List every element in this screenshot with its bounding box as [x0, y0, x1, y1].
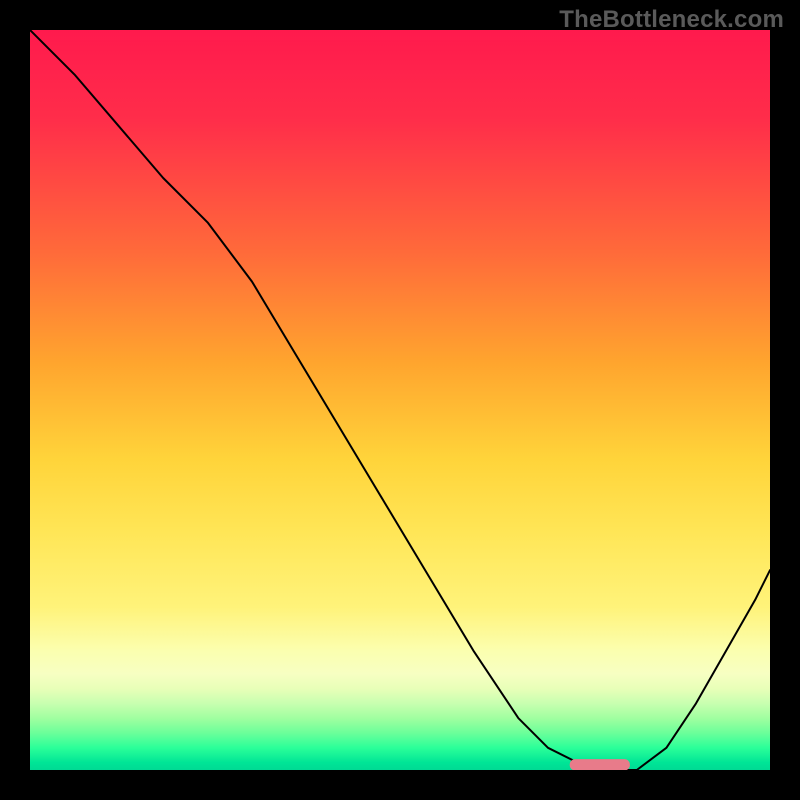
- chart-frame: TheBottleneck.com: [0, 0, 800, 800]
- bottleneck-curve: [30, 30, 770, 770]
- plot-svg: [30, 30, 770, 770]
- optimum-marker: [570, 760, 629, 770]
- plot-area: [30, 30, 770, 770]
